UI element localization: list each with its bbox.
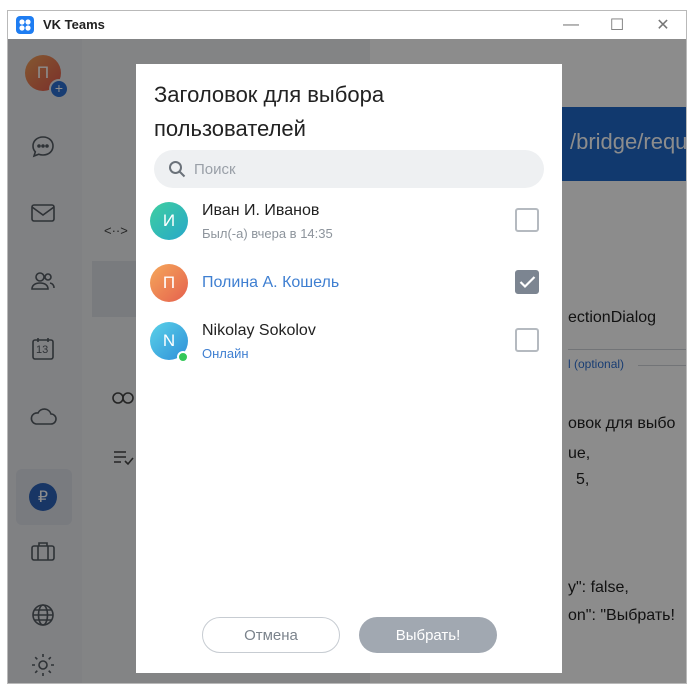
user-status: Был(-а) вчера в 14:35 (202, 226, 333, 241)
title-bar: VK Teams — ☐ ✕ (8, 11, 686, 39)
search-input[interactable] (194, 150, 524, 188)
user-row-sokolov[interactable]: N Nikolay Sokolov Онлайн (136, 314, 562, 370)
avatar: И (150, 202, 188, 240)
search-box[interactable] (154, 150, 544, 188)
maximize-button[interactable]: ☐ (594, 11, 640, 39)
user-row-koshel[interactable]: П Полина А. Кошель (136, 256, 562, 312)
cancel-button[interactable]: Отмена (202, 617, 340, 653)
confirm-button[interactable]: Выбрать! (359, 617, 497, 653)
checkmark-icon (519, 276, 536, 289)
user-name: Полина А. Кошель (202, 274, 340, 291)
user-checkbox-checked[interactable] (515, 270, 539, 294)
minimize-button[interactable]: — (548, 11, 594, 39)
avatar: П (150, 264, 188, 302)
online-indicator (177, 351, 189, 363)
user-status: Онлайн (202, 346, 249, 361)
user-name: Nikolay Sokolov (202, 322, 316, 339)
search-icon (169, 161, 186, 178)
vk-teams-logo-icon (16, 16, 34, 34)
user-checkbox[interactable] (515, 328, 539, 352)
window-title: VK Teams (43, 17, 105, 32)
user-name: Иван И. Иванов (202, 202, 320, 219)
user-checkbox[interactable] (515, 208, 539, 232)
close-window-button[interactable]: ✕ (640, 11, 686, 39)
dialog-title: Заголовок для выбора пользователей (154, 82, 385, 141)
user-row-ivanov[interactable]: И Иван И. Иванов Был(-а) вчера в 14:35 (136, 194, 562, 250)
user-selection-dialog: Заголовок для выбора пользователей И Ива… (136, 64, 562, 673)
